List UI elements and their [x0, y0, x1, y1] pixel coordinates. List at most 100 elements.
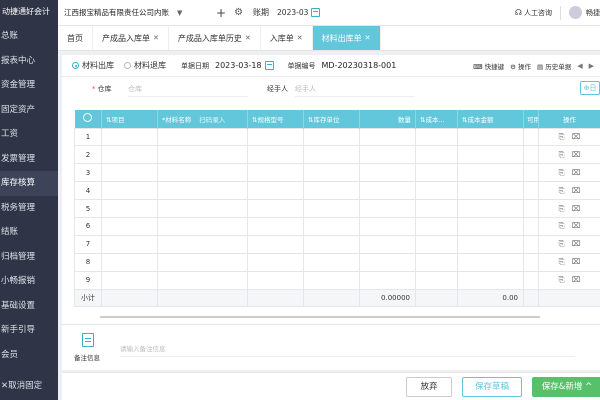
table-cell[interactable] — [247, 181, 304, 201]
table-cell[interactable] — [359, 127, 416, 147]
table-cell[interactable] — [247, 216, 304, 236]
close-icon[interactable]: ✕ — [365, 34, 371, 42]
company-selector[interactable]: 江西报宝精品有限责任公司内账 ▼ — [64, 7, 204, 18]
table-cell[interactable] — [157, 163, 248, 183]
table-cell[interactable] — [157, 127, 248, 147]
column-settings-icon[interactable] — [74, 110, 102, 128]
table-cell[interactable] — [101, 270, 158, 290]
table-cell[interactable] — [457, 234, 524, 254]
table-cell[interactable] — [359, 145, 416, 165]
table-row[interactable]: 3 ⎘ ⌧ — [74, 163, 600, 183]
avatar[interactable] — [569, 6, 582, 19]
table-cell[interactable] — [415, 181, 458, 201]
tab-product-inbound[interactable]: 产成品入库单 ✕ — [93, 26, 169, 50]
delete-row-icon[interactable]: ⌧ — [572, 186, 581, 195]
doc-date-input[interactable]: 2023-03-18 — [215, 61, 262, 70]
sidebar-item-inventory[interactable]: 库存核算 — [0, 171, 58, 196]
table-cell[interactable] — [303, 181, 360, 201]
table-cell[interactable] — [523, 270, 539, 290]
table-cell[interactable] — [157, 216, 248, 236]
table-cell[interactable] — [101, 163, 158, 183]
unpin-sidebar-button[interactable]: ✕取消固定 — [0, 378, 42, 394]
copy-row-icon[interactable]: ⎘ — [559, 150, 565, 159]
table-cell[interactable] — [101, 145, 158, 165]
close-icon[interactable]: ✕ — [245, 34, 251, 42]
table-cell[interactable] — [415, 127, 458, 147]
next-icon[interactable]: ▶ — [589, 62, 594, 70]
col-available[interactable]: 可用 — [523, 110, 539, 128]
table-cell[interactable] — [101, 252, 158, 272]
copy-row-icon[interactable]: ⎘ — [559, 186, 565, 195]
table-cell[interactable] — [247, 270, 304, 290]
discard-button[interactable]: 放弃 — [406, 377, 452, 397]
delete-row-icon[interactable]: ⌧ — [572, 132, 581, 141]
table-cell[interactable] — [247, 199, 304, 218]
delete-row-icon[interactable]: ⌧ — [572, 168, 581, 177]
table-row[interactable]: 6 ⎘ ⌧ — [74, 216, 600, 236]
col-quantity[interactable]: 数量 — [359, 110, 416, 128]
warehouse-input[interactable]: 仓库 — [128, 84, 248, 97]
table-cell[interactable] — [457, 127, 524, 147]
copy-row-icon[interactable]: ⎘ — [559, 168, 565, 177]
sidebar-item-closing[interactable]: 结账 — [0, 220, 58, 245]
shortcut-button[interactable]: ⌨ 快捷键 — [473, 61, 504, 71]
history-button[interactable]: ▤ 历史单据 — [537, 61, 571, 71]
table-cell[interactable] — [247, 252, 304, 272]
table-cell[interactable] — [303, 127, 360, 147]
tab-inbound[interactable]: 入库单 ✕ — [261, 26, 313, 50]
save-and-new-button[interactable]: 保存&新增 ^ — [532, 377, 600, 397]
table-cell[interactable] — [523, 199, 539, 218]
table-cell[interactable] — [415, 199, 458, 218]
col-spec[interactable]: ⇅规格型号 — [247, 110, 304, 128]
table-cell[interactable] — [101, 127, 158, 147]
table-cell[interactable] — [457, 270, 524, 290]
add-button[interactable]: ⊕日 — [580, 81, 600, 95]
table-cell[interactable] — [415, 216, 458, 236]
copy-row-icon[interactable]: ⎘ — [559, 132, 565, 141]
table-cell[interactable] — [523, 163, 539, 183]
table-cell[interactable] — [359, 270, 416, 290]
calendar-icon[interactable] — [264, 61, 274, 70]
sidebar-item-settings[interactable]: 基础设置 — [0, 294, 58, 319]
col-cost-amount[interactable]: ⇅成本金额 — [457, 110, 524, 128]
tab-material-outbound[interactable]: 材料出库单 ✕ — [312, 26, 381, 50]
table-cell[interactable] — [247, 163, 304, 183]
gear-icon[interactable]: ⚙ — [234, 7, 243, 18]
table-cell[interactable] — [247, 145, 304, 165]
table-cell[interactable] — [523, 252, 539, 272]
sidebar-item-archive[interactable]: 归档管理 — [0, 245, 58, 270]
table-cell[interactable] — [157, 270, 248, 290]
sidebar-item-guide[interactable]: 新手引导 — [0, 318, 58, 343]
table-cell[interactable] — [359, 252, 416, 272]
table-cell[interactable] — [359, 199, 416, 218]
table-cell[interactable] — [157, 145, 248, 165]
notes-input[interactable]: 请输入备注信息 — [120, 343, 575, 357]
table-cell[interactable] — [303, 145, 360, 165]
sidebar-item-fixed-assets[interactable]: 固定资产 — [0, 98, 58, 123]
col-unit[interactable]: ⇅库存单位 — [303, 110, 360, 128]
table-cell[interactable] — [523, 216, 539, 236]
calendar-icon[interactable] — [311, 8, 321, 17]
table-cell[interactable] — [303, 163, 360, 183]
delete-row-icon[interactable]: ⌧ — [572, 239, 581, 248]
table-cell[interactable] — [157, 252, 248, 272]
table-cell[interactable] — [457, 252, 524, 272]
table-cell[interactable] — [101, 181, 158, 201]
table-cell[interactable] — [359, 181, 416, 201]
table-row[interactable]: 1 ⎘ ⌧ — [74, 127, 600, 147]
doc-no-input[interactable]: MD-20230318-001 — [322, 61, 397, 70]
tab-product-inbound-history[interactable]: 产成品入库单历史 ✕ — [169, 26, 261, 50]
table-cell[interactable] — [415, 252, 458, 272]
sidebar-item-ledger[interactable]: 总账 — [0, 24, 58, 49]
sidebar-item-funds[interactable]: 资金管理 — [0, 73, 58, 98]
delete-row-icon[interactable]: ⌧ — [572, 150, 581, 159]
sidebar-item-payroll[interactable]: 工资 — [0, 122, 58, 147]
table-cell[interactable] — [415, 145, 458, 165]
prev-icon[interactable]: ◀ — [577, 62, 582, 70]
delete-row-icon[interactable]: ⌧ — [572, 221, 581, 230]
table-cell[interactable] — [415, 234, 458, 254]
user-name[interactable]: 畅捷 — [586, 8, 600, 18]
table-row[interactable]: 5 ⎘ ⌧ — [74, 199, 600, 218]
table-row[interactable]: 7 ⎘ ⌧ — [74, 234, 600, 254]
table-cell[interactable] — [247, 127, 304, 147]
